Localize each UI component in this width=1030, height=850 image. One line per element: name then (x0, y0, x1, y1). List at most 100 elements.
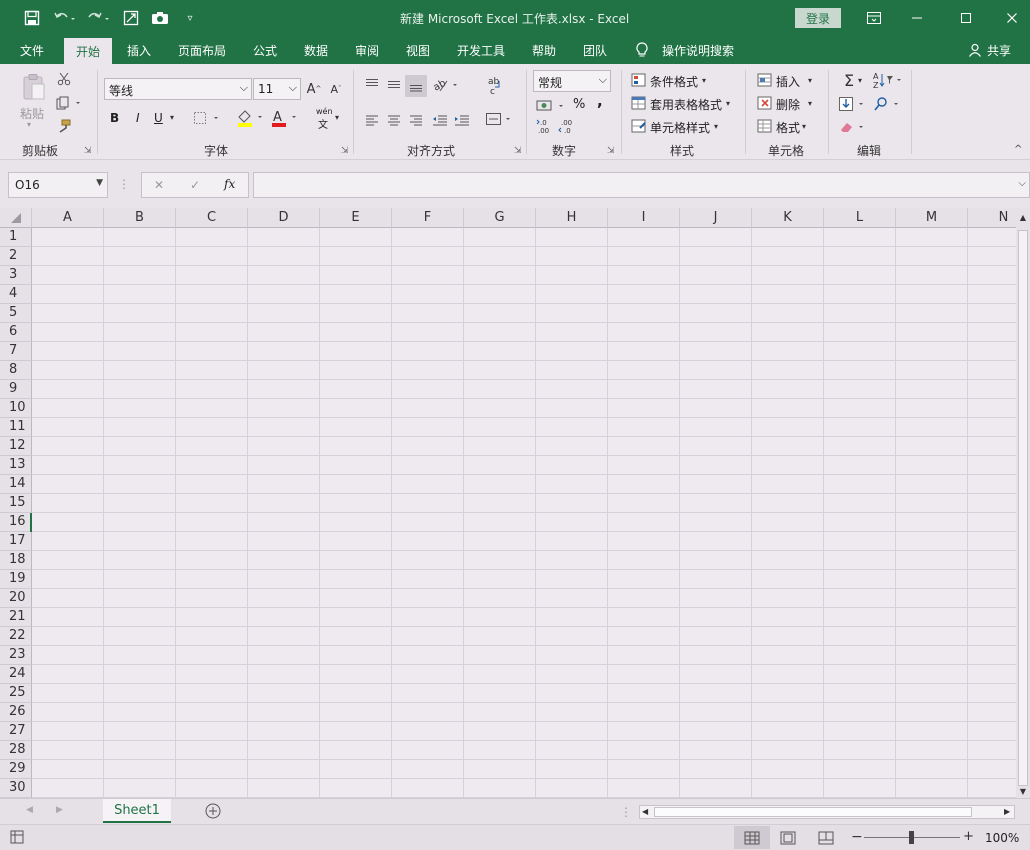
share-button[interactable]: 共享 (987, 36, 1011, 64)
insert-cells-button[interactable]: 插入 (776, 73, 800, 90)
name-box[interactable]: O16 ▼ (8, 172, 108, 198)
orientation-icon[interactable]: ab (432, 76, 460, 94)
row-header[interactable]: 16 (0, 513, 32, 532)
tab-developer[interactable]: 开发工具 (457, 36, 505, 64)
row-header[interactable]: 15 (0, 494, 32, 513)
paste-icon[interactable] (18, 72, 50, 102)
row-header[interactable]: 23 (0, 646, 32, 665)
format-as-table-dropdown-icon[interactable]: ▾ (726, 99, 730, 108)
align-right-icon[interactable] (407, 112, 425, 128)
conditional-formatting-button[interactable]: 条件格式 (650, 73, 698, 90)
row-header[interactable]: 21 (0, 608, 32, 627)
cut-icon[interactable] (55, 70, 73, 88)
previous-sheet-icon[interactable]: ◀ (26, 805, 33, 815)
row-header[interactable]: 19 (0, 570, 32, 589)
select-all-corner[interactable] (0, 208, 32, 228)
row-header[interactable]: 9 (0, 380, 32, 399)
clear-icon[interactable] (838, 118, 868, 136)
row-header[interactable]: 25 (0, 684, 32, 703)
save-icon[interactable] (22, 8, 42, 28)
minimize-icon[interactable] (903, 6, 931, 30)
tab-view[interactable]: 视图 (406, 36, 430, 64)
tab-split-grip-icon[interactable]: ⋮ (620, 805, 632, 819)
cell-styles-icon[interactable] (630, 118, 648, 134)
decrease-font-size-icon[interactable]: Aˇ (328, 80, 344, 98)
undo-icon[interactable] (52, 8, 78, 28)
tab-help[interactable]: 帮助 (532, 36, 556, 64)
conditional-formatting-icon[interactable] (630, 72, 648, 88)
align-center-icon[interactable] (385, 112, 403, 128)
italic-button[interactable]: I (136, 111, 140, 125)
column-header[interactable]: B (104, 208, 176, 228)
row-header[interactable]: 17 (0, 532, 32, 551)
border-icon[interactable] (192, 110, 222, 126)
bold-button[interactable]: B (110, 111, 119, 125)
column-header[interactable]: G (464, 208, 536, 228)
column-header[interactable]: J (680, 208, 752, 228)
format-cells-icon[interactable] (756, 118, 774, 134)
zoom-level[interactable]: 100% (985, 831, 1019, 845)
decrease-indent-icon[interactable] (431, 112, 449, 128)
font-color-icon[interactable]: A (270, 108, 300, 128)
column-header[interactable]: F (392, 208, 464, 228)
delete-cells-button[interactable]: 删除 (776, 96, 800, 113)
row-header[interactable]: 8 (0, 361, 32, 380)
wrap-text-icon[interactable]: ab c (484, 74, 506, 96)
delete-cells-dropdown-icon[interactable]: ▾ (808, 99, 812, 108)
tab-data[interactable]: 数据 (304, 36, 328, 64)
column-header[interactable]: A (32, 208, 104, 228)
sort-filter-icon[interactable]: AZ (872, 70, 904, 90)
underline-button[interactable]: U (154, 111, 163, 125)
tell-me-search[interactable]: 操作说明搜索 (662, 36, 734, 64)
zoom-out-icon[interactable]: − (851, 829, 863, 845)
row-header[interactable]: 12 (0, 437, 32, 456)
expand-formula-bar-icon[interactable]: ⌵ (1018, 178, 1026, 189)
scroll-left-icon[interactable]: ◀ (642, 807, 648, 816)
camera-icon[interactable] (150, 8, 170, 28)
row-header[interactable]: 2 (0, 247, 32, 266)
row-header[interactable]: 22 (0, 627, 32, 646)
row-header[interactable]: 14 (0, 475, 32, 494)
alignment-launcher-icon[interactable]: ⇲ (514, 146, 522, 156)
increase-font-size-icon[interactable]: A ^ (306, 80, 322, 98)
comma-style-button[interactable]: , (597, 92, 603, 110)
row-header[interactable]: 4 (0, 285, 32, 304)
format-as-table-icon[interactable] (630, 95, 648, 111)
column-header[interactable]: L (824, 208, 896, 228)
column-header[interactable]: N (968, 208, 1016, 228)
accounting-format-icon[interactable] (536, 97, 568, 115)
paste-button[interactable]: 粘贴 (20, 105, 44, 122)
cancel-icon[interactable]: ✕ (150, 176, 168, 194)
merge-center-icon[interactable] (484, 110, 514, 128)
cell-styles-button[interactable]: 单元格样式 (650, 119, 710, 136)
align-middle-icon[interactable] (385, 76, 403, 92)
zoom-slider-thumb[interactable] (909, 831, 914, 844)
row-header[interactable]: 13 (0, 456, 32, 475)
conditional-formatting-dropdown-icon[interactable]: ▾ (702, 76, 706, 85)
tab-page-layout[interactable]: 页面布局 (178, 36, 226, 64)
enter-icon[interactable]: ✓ (186, 176, 204, 194)
align-top-icon[interactable] (363, 76, 381, 92)
page-layout-view-icon[interactable] (779, 830, 797, 846)
font-name-select[interactable]: 等线 ⌵ (104, 78, 252, 100)
formula-input[interactable]: ⌵ (253, 172, 1030, 198)
scroll-down-icon[interactable]: ▼ (1018, 786, 1028, 796)
vertical-scrollbar[interactable]: ▲ ▼ (1016, 208, 1030, 798)
column-header[interactable]: E (320, 208, 392, 228)
underline-dropdown-icon[interactable]: ▾ (170, 113, 174, 122)
page-break-preview-icon[interactable] (817, 830, 835, 846)
format-cells-dropdown-icon[interactable]: ▾ (802, 122, 806, 131)
row-header[interactable]: 10 (0, 399, 32, 418)
font-launcher-icon[interactable]: ⇲ (341, 146, 349, 156)
insert-cells-dropdown-icon[interactable]: ▾ (808, 76, 812, 85)
macro-record-icon[interactable] (10, 830, 24, 844)
column-header[interactable]: K (752, 208, 824, 228)
worksheet-grid[interactable]: A B C D E F G H I J K L M N 1 2 3 4 5 6 7 8 9 10 11 12 13 14 15 16 17 1… (0, 208, 1016, 798)
paste-dropdown-icon[interactable]: ▾ (27, 120, 31, 129)
increase-decimal-icon[interactable]: .0.00 (536, 118, 554, 134)
row-header[interactable]: 20 (0, 589, 32, 608)
tab-review[interactable]: 审阅 (355, 36, 379, 64)
sheet-tab[interactable]: Sheet1 (103, 799, 171, 823)
column-header[interactable]: I (608, 208, 680, 228)
fill-down-icon[interactable] (838, 94, 868, 114)
